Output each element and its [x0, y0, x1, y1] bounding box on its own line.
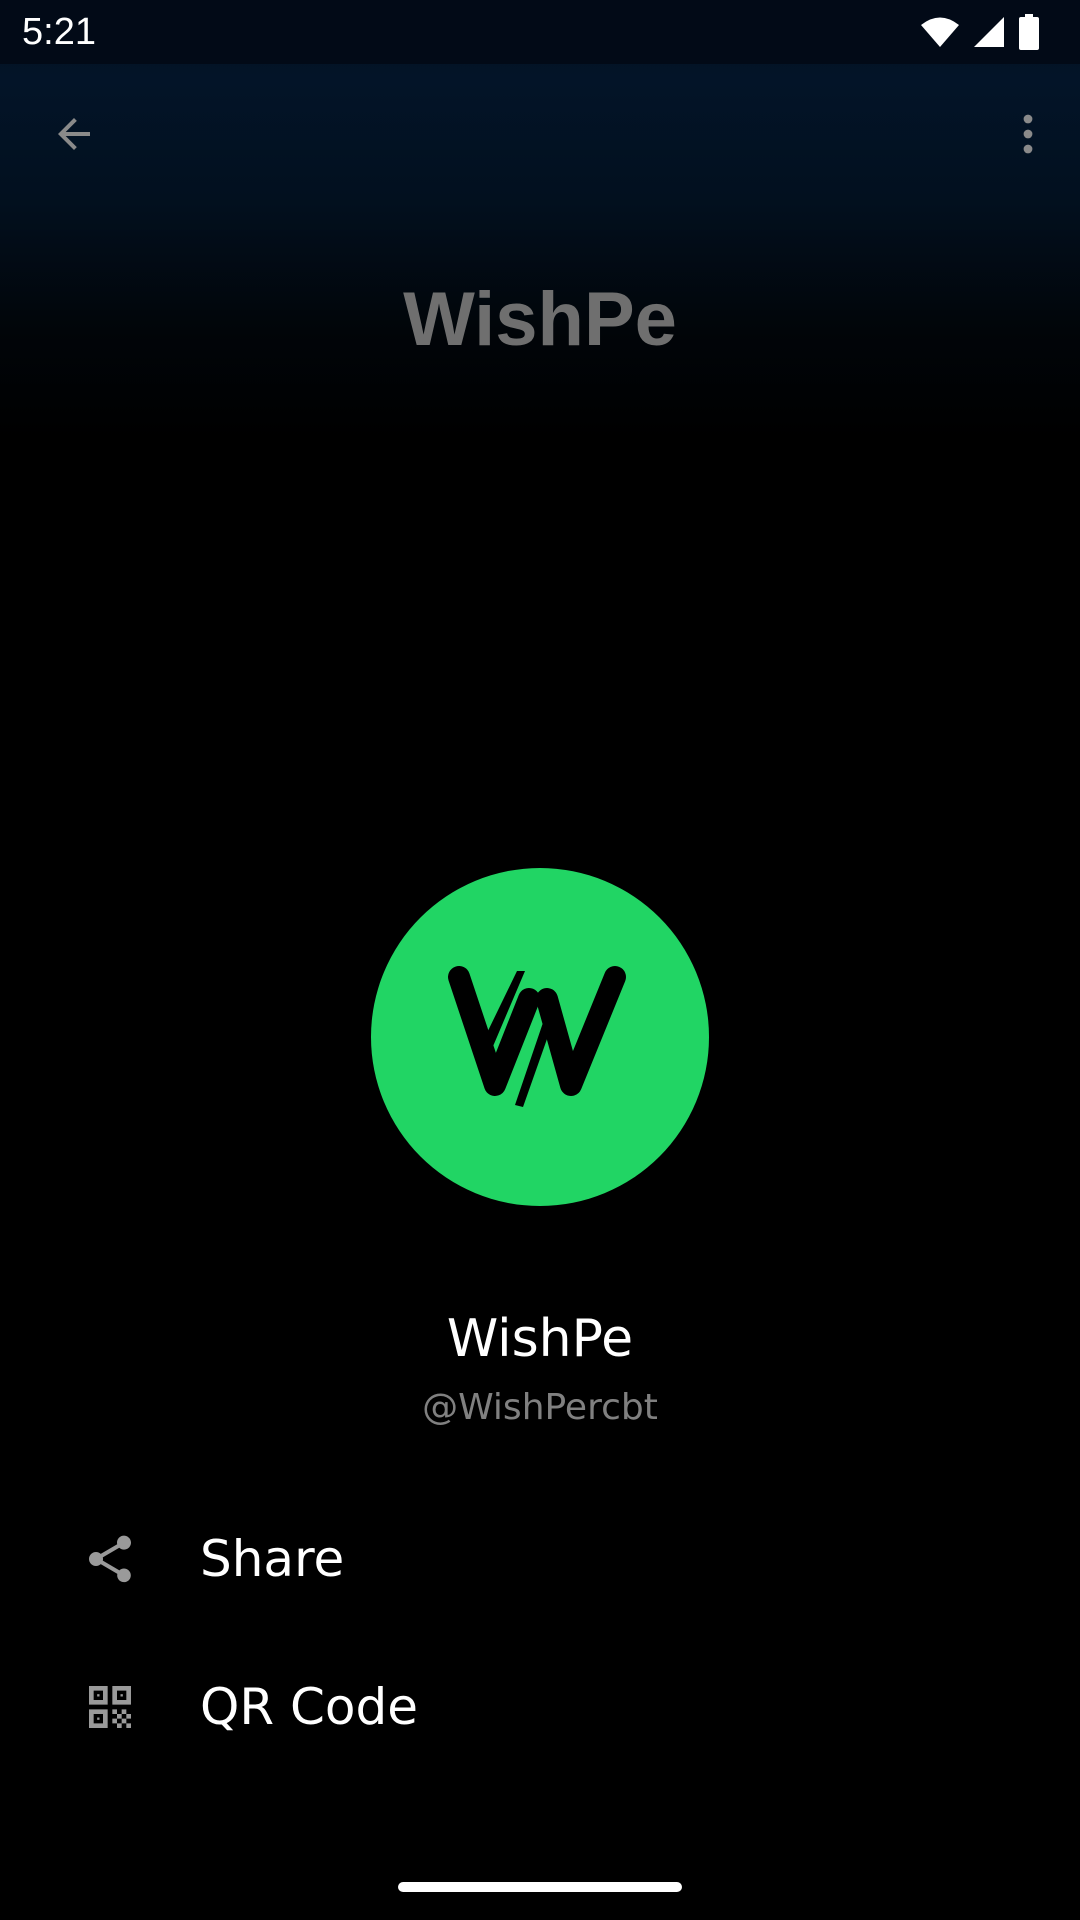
wifi-icon — [920, 16, 960, 48]
more-vert-icon — [1004, 110, 1052, 163]
qr-code-action[interactable]: QR Code — [0, 1642, 1080, 1772]
header-background — [0, 0, 1080, 440]
battery-icon — [1018, 14, 1040, 50]
status-time: 5:21 — [22, 11, 96, 53]
back-button[interactable] — [34, 96, 114, 176]
status-bar: 5:21 — [0, 0, 1080, 64]
more-options-button[interactable] — [988, 96, 1068, 176]
avatar[interactable] — [371, 868, 709, 1206]
cellular-signal-icon — [972, 15, 1006, 49]
share-icon — [82, 1531, 138, 1587]
share-action[interactable]: Share — [0, 1494, 1080, 1624]
profile-handle: @WishPercbt — [422, 1387, 658, 1428]
qr-code-icon — [82, 1679, 138, 1735]
arrow-back-icon — [50, 110, 98, 163]
share-label: Share — [200, 1530, 345, 1588]
wishpe-w-logo-icon — [445, 955, 635, 1120]
home-indicator[interactable] — [398, 1882, 682, 1892]
profile-name: WishPe — [446, 1309, 634, 1369]
status-icons — [920, 12, 1040, 52]
profile-screen: 5:21 WishPe WishPe @WishPercbt Share QR … — [0, 0, 1080, 1920]
qr-code-label: QR Code — [200, 1678, 418, 1736]
header-title: WishPe — [403, 277, 677, 362]
